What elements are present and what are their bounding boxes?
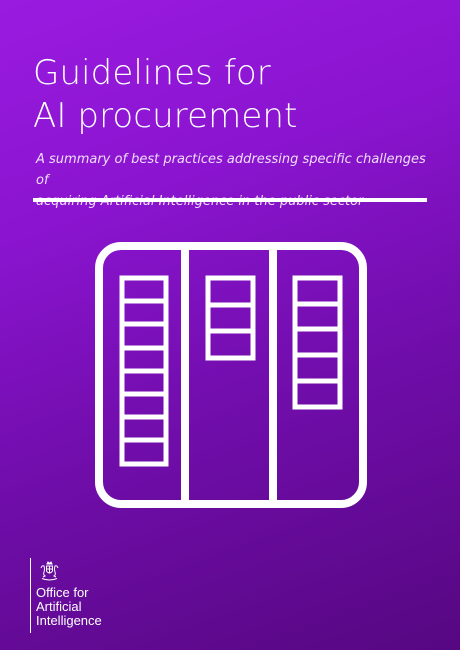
logo-wordmark: Office for Artificial Intelligence bbox=[36, 586, 102, 628]
logo-line-3: Intelligence bbox=[36, 613, 102, 628]
logo-line-1: Office for bbox=[36, 585, 89, 600]
drawer-stack-right bbox=[292, 275, 343, 410]
cover-page: Guidelines for AI procurement A summary … bbox=[0, 0, 460, 650]
filing-panels-icon bbox=[95, 242, 367, 508]
drawer-stack-middle bbox=[205, 275, 256, 361]
subtitle-line-1: A summary of best practices addressing s… bbox=[36, 152, 426, 188]
royal-coat-of-arms-icon bbox=[40, 561, 59, 581]
logo-line-2: Artificial bbox=[36, 599, 82, 614]
cover-subtitle: A summary of best practices addressing s… bbox=[36, 149, 431, 212]
cover-title: Guidelines for AI procurement bbox=[33, 52, 423, 138]
title-divider bbox=[33, 198, 427, 202]
logo-rule bbox=[30, 558, 31, 633]
title-line-2: AI procurement bbox=[33, 96, 298, 136]
drawer-stack-left bbox=[119, 275, 169, 467]
title-line-1: Guidelines for bbox=[33, 53, 271, 93]
office-for-ai-logo: Office for Artificial Intelligence bbox=[30, 558, 180, 638]
